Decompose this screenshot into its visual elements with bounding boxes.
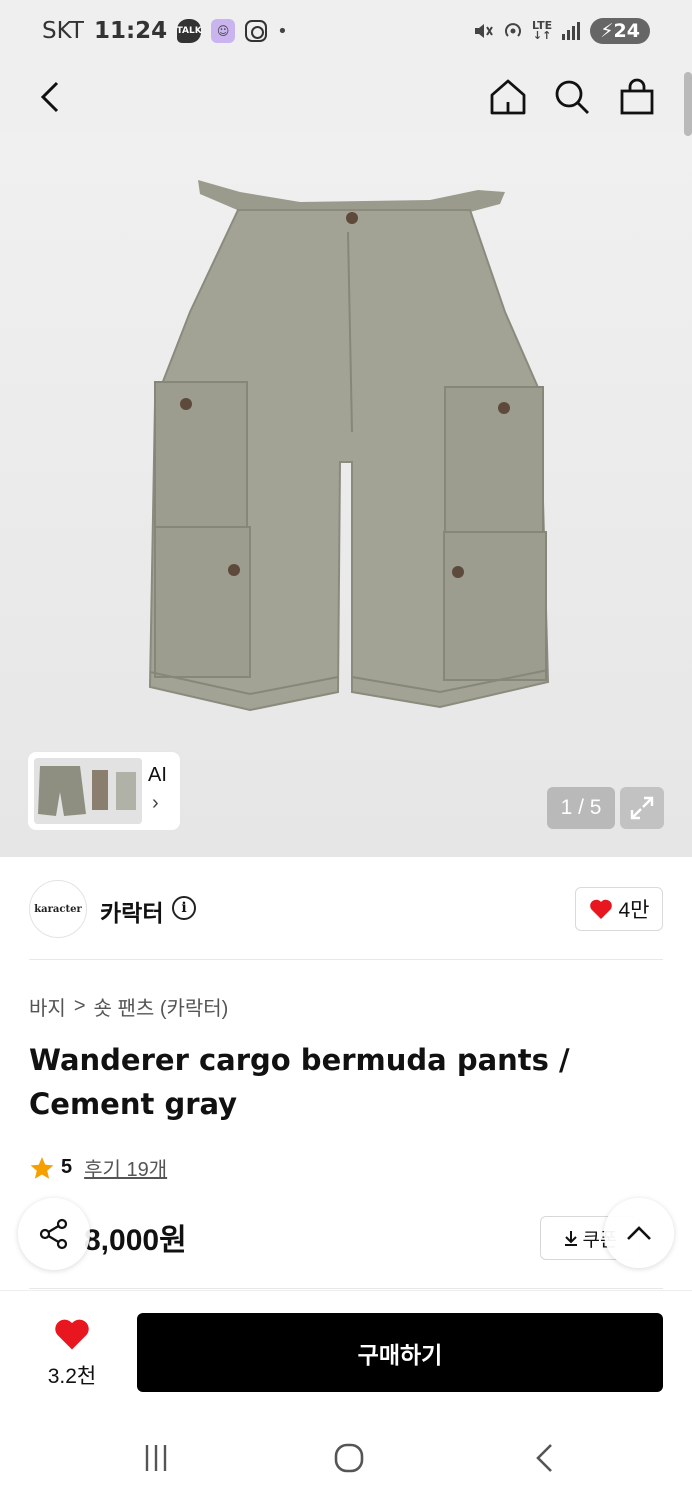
product-image-gallery[interactable]: AI › 1 / 5 [0,72,692,857]
system-back-button[interactable] [524,1440,564,1476]
review-count-link[interactable]: 후기 19개 [84,1153,167,1182]
divider [29,1288,663,1289]
wishlist-count: 3.2천 [47,1365,97,1388]
brand-like-button[interactable]: 4만 [575,887,663,931]
heart-icon [589,899,612,919]
signal-icon [562,22,581,40]
home-button[interactable] [483,72,533,122]
instagram-icon [245,20,268,42]
share-icon [39,1218,68,1250]
home-circle-icon [334,1443,364,1473]
breadcrumb: 바지 > 숏 팬츠 (카락터) [29,992,228,1021]
home-icon [490,79,526,115]
info-icon[interactable]: i [172,896,196,920]
breadcrumb-subcategory[interactable]: 숏 팬츠 (카락터) [94,992,229,1021]
lte-indicator: LTE ↓↑ [531,19,553,42]
ai-label: AI [148,764,167,786]
home-system-button[interactable] [329,1440,369,1476]
rating-score: 5 [61,1156,73,1178]
system-navigation-bar [0,1412,692,1500]
download-icon [564,1231,577,1246]
hotspot-icon [505,23,521,37]
more-notifications-icon: • [277,20,288,42]
product-photo [148,180,550,712]
ai-thumbnail-strip[interactable]: AI › [28,752,180,830]
recent-apps-button[interactable] [136,1440,176,1476]
product-title: Wanderer cargo bermuda pants / Cement gr… [29,1043,570,1121]
expand-icon [630,796,654,820]
back-icon [40,81,59,113]
status-right: LTE ↓↑ ⚡ 24 [472,18,650,44]
image-page-counter: 1 / 5 [547,787,615,829]
price: 8,000원 [84,1224,187,1257]
chevron-up-icon [627,1226,651,1240]
buy-button[interactable]: 구매하기 [137,1313,663,1392]
brand-name[interactable]: 카락터 [100,894,163,928]
mute-vibrate-icon [474,24,493,38]
status-left: SKT 11:24 TALK ☺ • [42,18,288,44]
wishlist-button[interactable]: 3.2천 [30,1317,114,1390]
heart-icon [55,1319,89,1350]
top-nav [0,62,692,132]
share-button[interactable] [18,1198,90,1270]
back-button[interactable] [26,72,76,122]
clock: 11:24 [93,18,168,44]
status-bar: SKT 11:24 TALK ☺ • LTE ↓↑ ⚡ 24 [0,0,692,62]
thumbnail-image [34,758,142,824]
cart-button[interactable] [612,72,662,122]
kakaotalk-icon: TALK [177,19,202,43]
scroll-to-top-button[interactable] [604,1198,674,1268]
star-icon [30,1156,54,1179]
breadcrumb-category[interactable]: 바지 [29,992,66,1021]
brand-row[interactable]: karacter 카락터 i 4만 [0,858,692,960]
brand-logo[interactable]: karacter [29,880,87,938]
app-notification-icon: ☺ [211,19,236,43]
carrier-label: SKT [42,18,84,44]
battery-indicator: ⚡ 24 [590,18,650,44]
chevron-right-icon: › [152,792,159,814]
recent-apps-icon [145,1445,167,1471]
shopping-bag-icon [620,78,654,115]
rating-row: 5 후기 19개 [29,1153,167,1182]
back-icon [536,1444,552,1472]
divider [29,959,663,960]
scrollbar-thumb[interactable] [684,72,692,136]
purchase-action-bar: 3.2천 구매하기 [0,1290,692,1412]
search-icon [555,80,589,114]
expand-image-button[interactable] [620,787,664,829]
search-button[interactable] [547,72,597,122]
breadcrumb-separator: > [73,995,86,1017]
brand-like-count: 4만 [618,899,650,922]
